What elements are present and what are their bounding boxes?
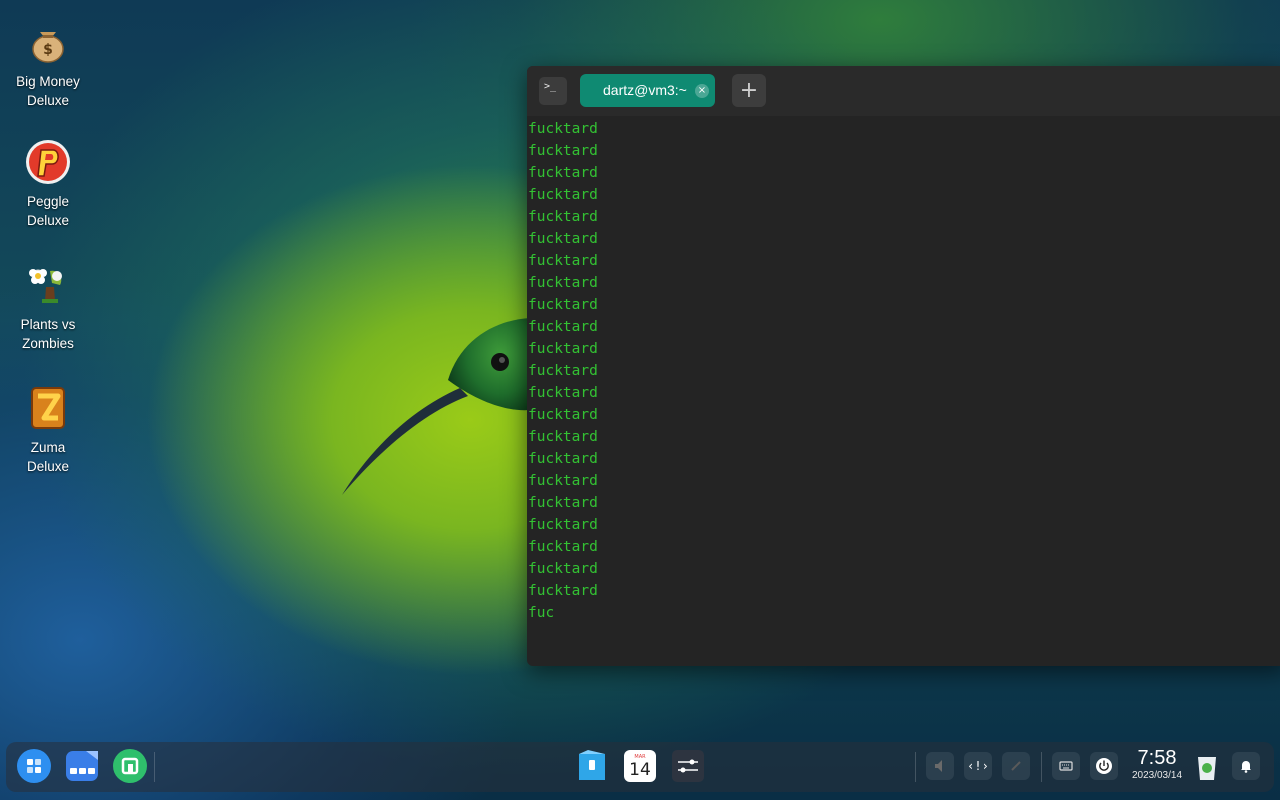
terminal-line: fucktard [528, 451, 598, 467]
terminal-line: fucktard [528, 363, 598, 379]
money-symbol: $ [43, 42, 53, 58]
terminal-line: fucktard [528, 165, 598, 181]
terminal-line: fucktard [528, 275, 598, 291]
network-icon [1011, 761, 1021, 771]
multitask-view-icon [66, 751, 98, 781]
app-store-button[interactable] [112, 748, 148, 784]
trash-button[interactable] [1190, 750, 1224, 784]
hummingbird-wallpaper-image [342, 318, 530, 495]
terminal-tab-title: dartz@vm3:~ [603, 82, 687, 98]
terminal-line: fucktard [528, 297, 598, 313]
terminal-line: fucktard [528, 121, 598, 137]
terminal-line: fucktard [528, 473, 598, 489]
file-manager-button[interactable] [574, 748, 610, 784]
dock-separator [1041, 752, 1042, 782]
money-bag-icon: $ [24, 18, 72, 66]
keyboard-button[interactable] [1052, 752, 1080, 780]
calendar-day: 14 [629, 760, 651, 780]
desktop-icon-label: Big Money Deluxe [16, 74, 80, 108]
terminal-app-icon[interactable]: >_ [539, 77, 567, 105]
terminal-line: fuc [528, 605, 555, 621]
volume-muted-button[interactable] [926, 752, 954, 780]
calendar-button[interactable]: MAR 14 [622, 748, 658, 784]
terminal-line: fucktard [528, 429, 598, 445]
trash-icon [1198, 757, 1216, 780]
zuma-icon [24, 384, 72, 432]
terminal-line: fucktard [528, 231, 598, 247]
terminal-output[interactable]: fucktard fucktard fucktard fucktard fucktard… [528, 118, 1280, 666]
launcher-icon [17, 749, 51, 783]
terminal-line: fucktard [528, 539, 598, 555]
file-manager-icon [579, 750, 605, 780]
developer-mode-button[interactable]: ‹!› [964, 752, 992, 780]
control-center-button[interactable] [670, 748, 706, 784]
clock[interactable]: 7:58 2023/03/14 [1124, 746, 1190, 782]
terminal-window[interactable]: >_ dartz@vm3:~ × + fucktard fucktard fuckt… [527, 66, 1280, 666]
terminal-line: fucktard [528, 187, 598, 203]
app-store-icon [113, 749, 147, 783]
desktop-icon-label: Plants vs Zombies [20, 317, 76, 351]
desktop-icon-big-money-deluxe[interactable]: $ Big Money Deluxe [4, 18, 92, 110]
code-warning-icon: ‹!› [967, 759, 989, 773]
desktop-icon-label: Zuma Deluxe [26, 440, 70, 474]
terminal-line: fucktard [528, 209, 598, 225]
desktop: $ Big Money Deluxe Peggle Deluxe Plants … [0, 0, 1280, 800]
multitask-view-button[interactable] [64, 748, 100, 784]
terminal-line: fucktard [528, 253, 598, 269]
keyboard-icon [1059, 761, 1073, 771]
terminal-line: fucktard [528, 143, 598, 159]
terminal-line: fucktard [528, 407, 598, 423]
desktop-icon-plants-vs-zombies[interactable]: Plants vs Zombies [4, 261, 92, 353]
bell-icon [1241, 761, 1251, 773]
network-button[interactable] [1002, 752, 1030, 780]
terminal-line: fucktard [528, 495, 598, 511]
terminal-line: fucktard [528, 319, 598, 335]
speaker-icon [935, 760, 942, 772]
desktop-icon-zuma-deluxe[interactable]: Zuma Deluxe [4, 384, 92, 476]
dock-separator [154, 752, 155, 782]
calendar-icon: MAR 14 [624, 750, 656, 782]
new-tab-button[interactable]: + [732, 74, 766, 107]
terminal-line: fucktard [528, 583, 598, 599]
dock: MAR 14 ‹!› 7:58 2023/03/14 [6, 742, 1274, 792]
power-button[interactable] [1090, 752, 1118, 780]
desktop-icon-peggle-deluxe[interactable]: Peggle Deluxe [4, 138, 92, 230]
terminal-line: fucktard [528, 517, 598, 533]
desktop-icon-label: Peggle Deluxe [26, 194, 70, 228]
close-icon[interactable]: × [695, 84, 709, 98]
notification-button[interactable] [1232, 752, 1260, 780]
terminal-line: fucktard [528, 341, 598, 357]
settings-sliders-icon [672, 750, 704, 782]
terminal-line: fucktard [528, 561, 598, 577]
peggle-icon [24, 138, 72, 186]
terminal-line: fucktard [528, 385, 598, 401]
clock-time: 7:58 [1137, 747, 1177, 769]
plants-vs-zombies-icon [24, 261, 72, 309]
clock-date: 2023/03/14 [1131, 770, 1183, 781]
power-icon [1096, 758, 1112, 774]
dock-separator [915, 752, 916, 782]
terminal-titlebar[interactable]: >_ dartz@vm3:~ × + [527, 66, 1280, 116]
launcher-button[interactable] [16, 748, 52, 784]
terminal-tab[interactable]: dartz@vm3:~ × [580, 74, 715, 107]
